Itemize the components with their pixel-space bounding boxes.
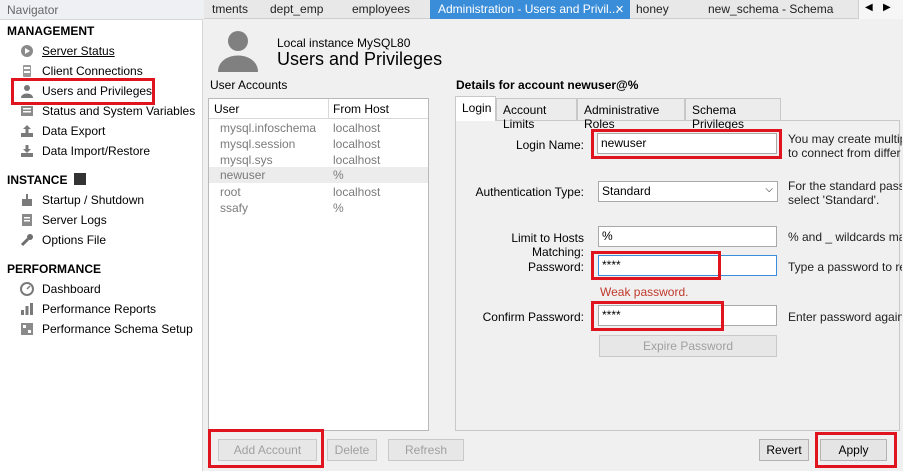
account-host-cell[interactable]: % [333,201,344,217]
tab-label: Administration - Users and Privil... [438,2,619,16]
column-header-user[interactable]: User [214,102,239,116]
navigator-title: Navigator [0,0,203,20]
nav-item-label: Performance Schema Setup [42,321,193,336]
tab-dept-emp[interactable]: dept_emp [262,0,331,19]
account-host-cell[interactable]: localhost [333,185,380,201]
tab-employees[interactable]: employees [344,0,418,19]
schema-setup-icon [20,322,34,336]
login-name-hint: You may create multip to connect from di… [788,132,902,160]
variables-icon [20,104,34,118]
auth-type-label: Authentication Type: [475,185,584,199]
user-avatar-icon [216,28,260,72]
performance-heading: PERFORMANCE [7,262,102,276]
close-icon[interactable]: ✕ [615,3,624,16]
workbench-window: Navigator MANAGEMENT Server Status Clien… [0,0,903,471]
nav-item-label: Options File [42,232,107,247]
auth-type-hint: For the standard pass select 'Standard'. [788,179,902,207]
nav-item-server-status[interactable]: Server Status [20,41,115,60]
refresh-button[interactable]: Refresh [388,439,464,461]
logs-icon [20,213,34,227]
delete-button[interactable]: Delete [327,439,377,461]
tab-new-schema[interactable]: new_schema - Schema [700,0,841,19]
instance-heading: INSTANCE [7,173,86,187]
column-header-host[interactable]: From Host [333,102,389,116]
tab-scroll-buttons: ◀ ▶ [858,0,903,19]
nav-item-server-logs[interactable]: Server Logs [20,210,107,229]
power-icon [20,193,34,207]
account-user-cell[interactable]: ssafy [220,201,248,217]
confirm-password-hint: Enter password again [788,310,902,324]
dashboard-icon [20,281,34,296]
password-label: Password: [527,260,584,274]
management-heading: MANAGEMENT [7,24,95,38]
tab-login[interactable]: Login [455,96,496,121]
highlight-login-name [591,129,782,159]
nav-item-options-file[interactable]: Options File [20,230,106,249]
scroll-right-icon[interactable]: ▶ [883,2,891,13]
nav-item-label: Startup / Shutdown [42,192,145,207]
limit-hosts-input[interactable]: % [598,226,777,247]
account-host-cell-selected[interactable]: % [333,168,344,184]
nav-item-label: Data Export [42,123,106,138]
wrench-icon [20,233,34,247]
account-user-cell[interactable]: mysql.infoschema [220,121,316,137]
details-heading: Details for account newuser@% [456,78,639,92]
account-user-cell[interactable]: root [220,185,241,201]
nav-item-performance-reports[interactable]: Performance Reports [20,299,156,318]
weak-password-warning: Weak password. [600,285,689,299]
account-host-cell[interactable]: localhost [333,121,380,137]
password-hint: Type a password to re [788,260,902,274]
nav-item-label: Dashboard [42,281,101,296]
instance-icon [73,173,86,185]
page-title: Users and Privileges [277,49,443,69]
play-icon [20,44,34,58]
scroll-left-icon[interactable]: ◀ [865,2,873,13]
highlight-password [591,251,721,280]
instance-heading-label: INSTANCE [7,173,68,187]
instance-label: Local instance MySQL80 [277,36,411,50]
limit-hosts-hint: % and _ wildcards ma [788,230,902,244]
user-accounts-heading: User Accounts [210,78,288,92]
chevron-down-icon: ⌵ [765,184,773,195]
account-user-cell-selected[interactable]: newuser [220,168,265,184]
nav-item-label: Data Import/Restore [42,143,151,158]
nav-item-label: Status and System Variables [42,103,196,118]
nav-item-data-import[interactable]: Data Import/Restore [20,141,150,160]
auth-type-select[interactable]: Standard ⌵ [598,181,778,202]
auth-type-value: Standard [602,184,651,198]
highlight-apply [815,432,897,468]
highlight-add-account [208,429,324,468]
account-host-cell[interactable]: localhost [333,137,380,153]
tab-schema-privileges[interactable]: Schema Privileges [685,98,781,131]
reports-icon [20,302,34,316]
highlight-users-privileges [11,78,155,105]
nav-item-label: Server Status [42,43,115,58]
nav-item-label: Server Logs [42,212,107,227]
nav-item-dashboard[interactable]: Dashboard [20,279,101,298]
tab-administrative-roles[interactable]: Administrative Roles [577,98,685,131]
nav-item-performance-schema-setup[interactable]: Performance Schema Setup [20,319,193,338]
client-connections-icon [20,64,34,78]
login-name-label: Login Name: [515,138,584,152]
tab-honey[interactable]: honey [628,0,677,19]
confirm-password-label: Confirm Password: [482,310,584,324]
revert-button[interactable]: Revert [759,439,809,461]
column-divider [328,99,329,119]
tab-administration-users[interactable]: Administration - Users and Privil... [430,0,630,19]
limit-hosts-label: Limit to Hosts Matching: [511,231,584,259]
nav-item-data-export[interactable]: Data Export [20,121,105,140]
account-user-cell[interactable]: mysql.session [220,137,295,153]
upload-icon [20,124,34,138]
nav-item-startup-shutdown[interactable]: Startup / Shutdown [20,190,144,209]
tab-account-limits[interactable]: Account Limits [496,98,577,131]
nav-item-label: Performance Reports [42,301,157,316]
highlight-confirm-password [591,301,724,331]
list-header [209,99,428,119]
expire-password-button[interactable]: Expire Password [599,335,777,357]
tab-tments[interactable]: tments [204,0,256,19]
download-icon [20,144,34,158]
nav-item-label: Client Connections [42,63,143,78]
